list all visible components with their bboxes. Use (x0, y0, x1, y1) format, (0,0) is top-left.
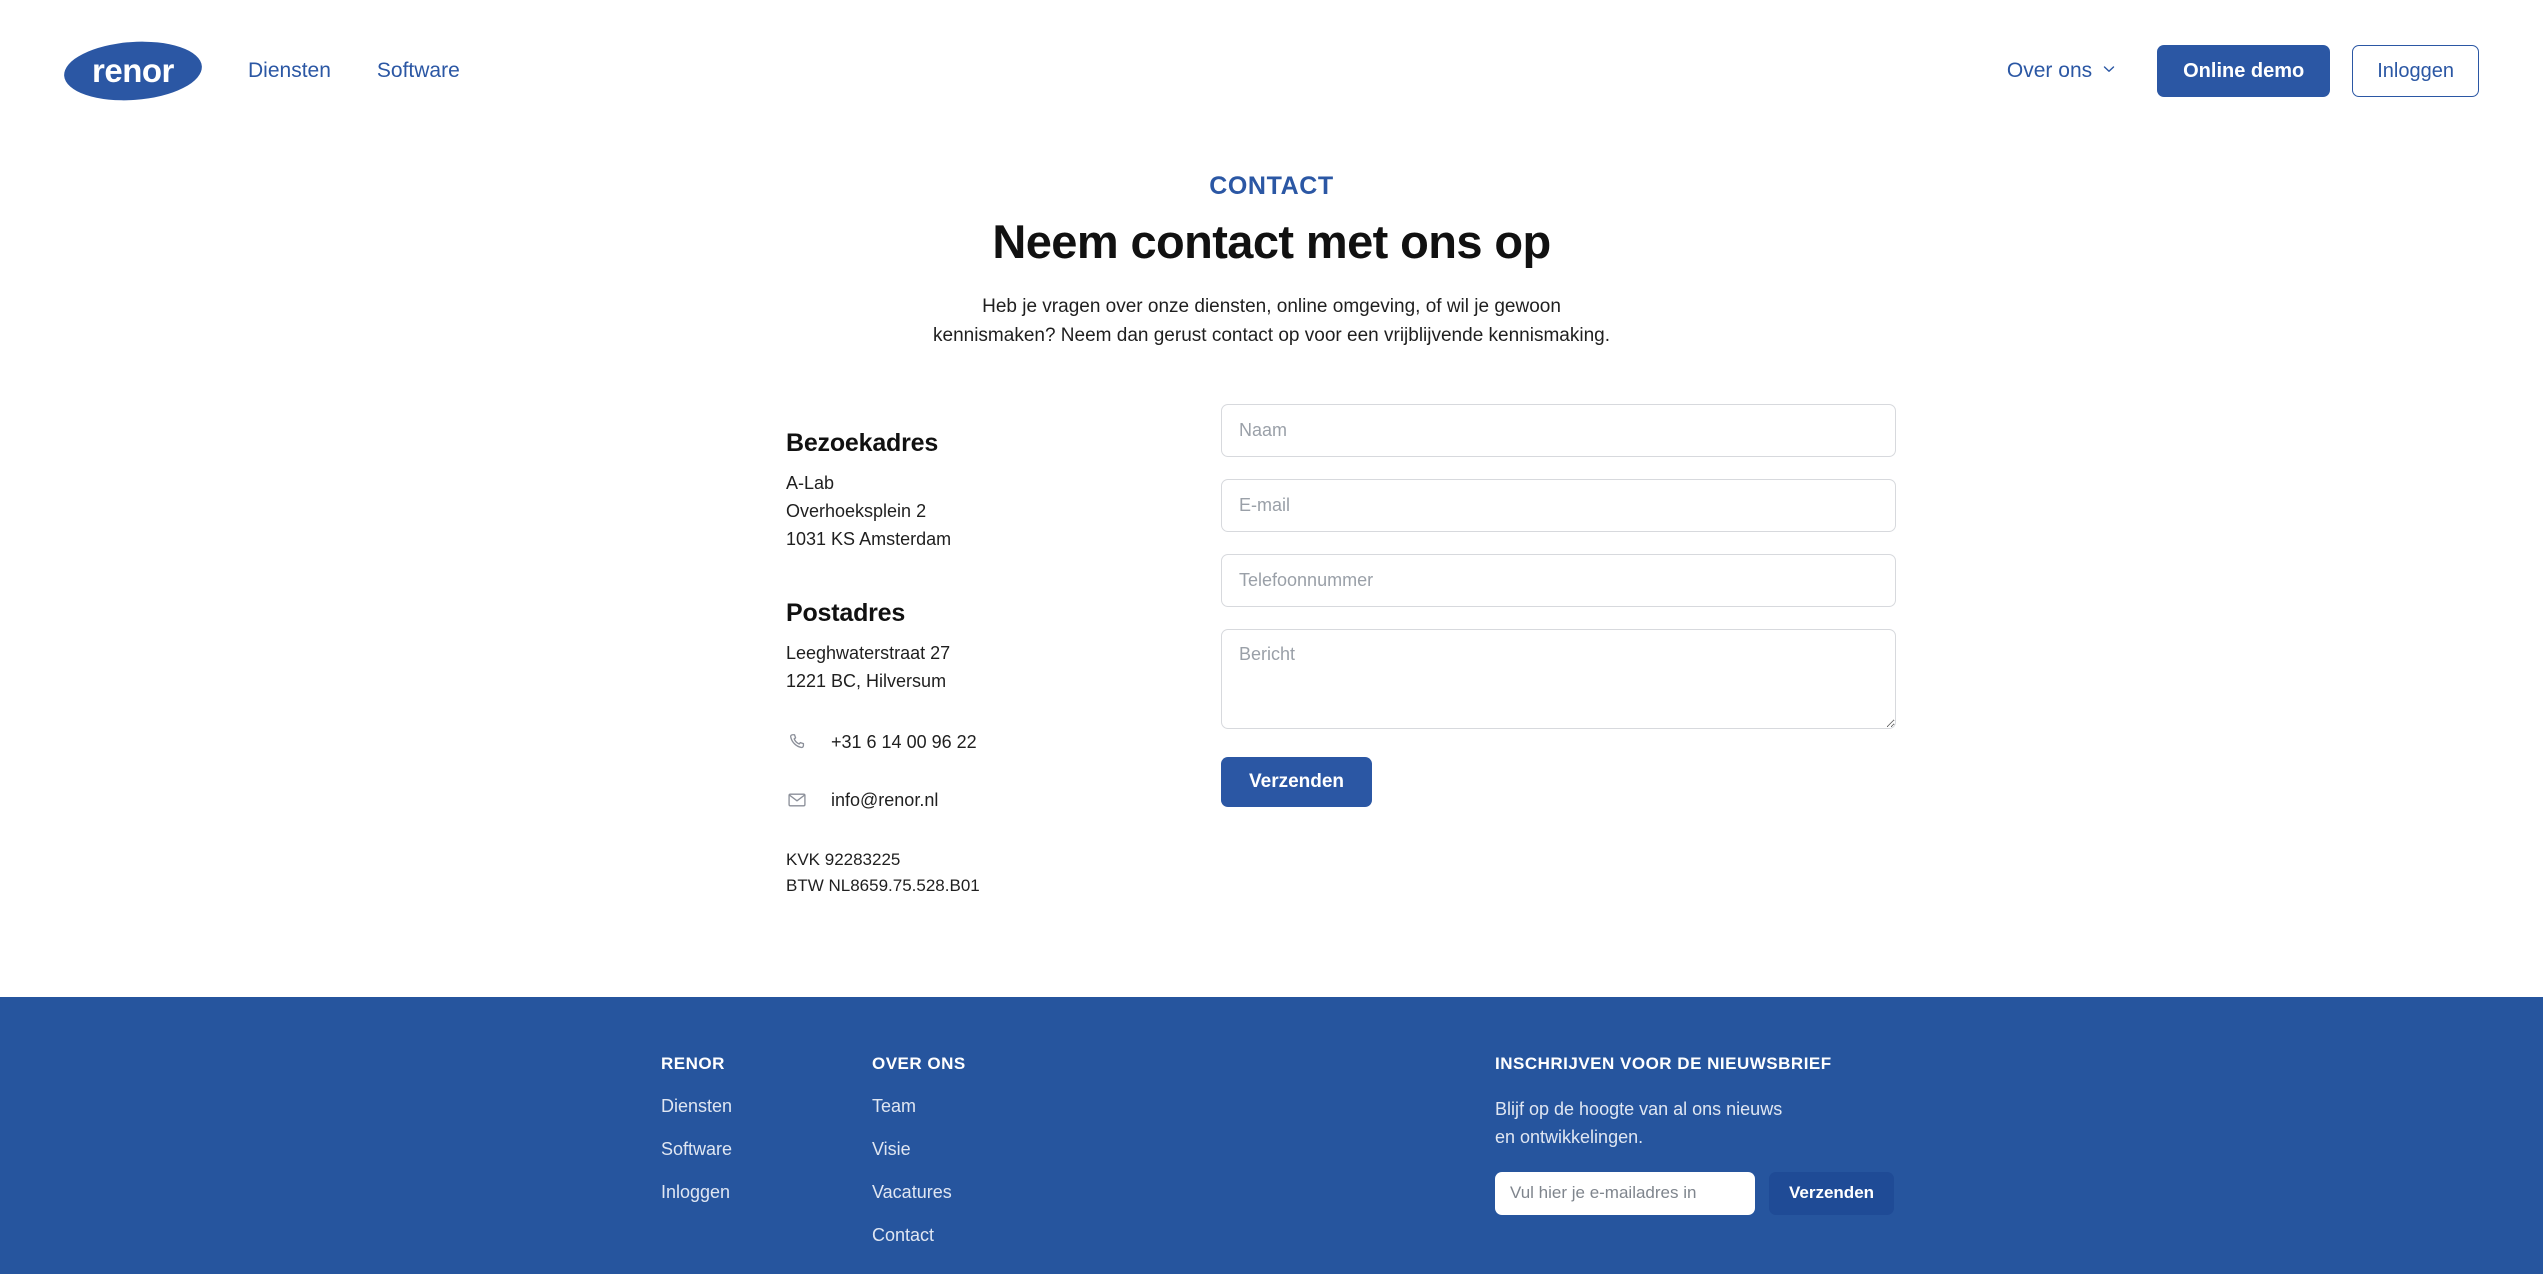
login-button[interactable]: Inloggen (2352, 45, 2479, 97)
primary-nav: Diensten Software (248, 0, 460, 142)
legal-numbers: KVK 92283225 BTW NL8659.75.528.B01 (786, 847, 1186, 898)
footer-column-renor: RENOR Diensten Software Inloggen (661, 1054, 861, 1225)
page-subtitle: Heb je vragen over onze diensten, online… (933, 296, 1610, 346)
email-row[interactable]: info@renor.nl (786, 789, 1186, 811)
postal-address-heading: Postadres (786, 598, 906, 627)
footer-link-diensten[interactable]: Diensten (661, 1096, 861, 1117)
newsletter-description: Blijf op de hoogte van al ons nieuws en … (1495, 1099, 1783, 1147)
renor-logo[interactable]: renor (62, 37, 204, 105)
phone-number: +31 6 14 00 96 22 (831, 731, 977, 752)
newsletter-submit-button[interactable]: Verzenden (1769, 1171, 1895, 1215)
footer-column-over-ons: OVER ONS Team Visie Vacatures Contact (872, 1054, 1092, 1268)
contact-section: Bezoekadres A-Lab Overhoeksplein 2 1031 … (0, 404, 2543, 994)
contact-details: Bezoekadres A-Lab Overhoeksplein 2 1031 … (786, 429, 1186, 898)
nav-dropdown-over-ons[interactable]: Over ons (2007, 59, 2115, 83)
header-actions: Over ons Online demo Inloggen (2007, 0, 2479, 142)
contact-form: Verzenden (1221, 404, 1896, 807)
nav-item-software[interactable]: Software (377, 59, 460, 83)
phone-input[interactable] (1221, 554, 1896, 607)
nav-dropdown-label: Over ons (2006, 59, 2093, 82)
submit-button[interactable]: Verzenden (1221, 757, 1373, 807)
phone-icon (786, 731, 808, 753)
kvk-number: KVK 92283225 (786, 850, 901, 870)
newsletter-email-input[interactable] (1495, 1171, 1755, 1215)
nav-item-diensten[interactable]: Diensten (248, 59, 331, 83)
online-demo-button[interactable]: Online demo (2157, 45, 2331, 97)
hero-section: CONTACT Neem contact met ons op Heb je v… (0, 172, 2543, 350)
btw-number: BTW NL8659.75.528.B01 (786, 875, 980, 895)
postal-address-line-2: 1221 BC, Hilversum (786, 670, 947, 691)
site-header: renor Diensten Software Over ons Online … (0, 0, 2543, 142)
footer-column-renor-title: RENOR (661, 1054, 725, 1073)
footer-link-vacatures[interactable]: Vacatures (872, 1182, 1092, 1203)
visit-address-line-2: Overhoeksplein 2 (786, 500, 927, 521)
email-input[interactable] (1221, 479, 1896, 532)
visit-address-line-1: A-Lab (786, 473, 835, 493)
footer-newsletter: INSCHRIJVEN VOOR DE NIEUWSBRIEF Blijf op… (1495, 1054, 1915, 1215)
chevron-down-icon (2103, 63, 2115, 75)
page-eyebrow: CONTACT (1209, 172, 1334, 200)
footer-link-inloggen[interactable]: Inloggen (661, 1182, 861, 1203)
footer-link-visie[interactable]: Visie (872, 1139, 1092, 1160)
footer-link-team[interactable]: Team (872, 1096, 1092, 1117)
logo-ellipse-shape: renor (62, 37, 204, 105)
email-address: info@renor.nl (831, 789, 939, 810)
message-textarea[interactable] (1221, 629, 1896, 729)
name-input[interactable] (1221, 404, 1896, 457)
logo-wordmark: renor (92, 51, 174, 89)
postal-address-line-1: Leeghwaterstraat 27 (786, 642, 951, 663)
footer-link-contact[interactable]: Contact (872, 1225, 1092, 1246)
newsletter-title: INSCHRIJVEN VOOR DE NIEUWSBRIEF (1495, 1054, 1832, 1073)
visit-address-line-3: 1031 KS Amsterdam (786, 528, 952, 549)
phone-row[interactable]: +31 6 14 00 96 22 (786, 731, 1186, 753)
envelope-icon (786, 789, 808, 811)
footer-column-over-ons-title: OVER ONS (872, 1054, 966, 1073)
footer-link-software[interactable]: Software (661, 1139, 861, 1160)
visit-address-heading: Bezoekadres (786, 429, 939, 457)
page-title: Neem contact met ons op (992, 215, 1551, 268)
newsletter-form: Verzenden (1495, 1171, 1915, 1215)
site-footer: RENOR Diensten Software Inloggen OVER ON… (0, 997, 2543, 1274)
